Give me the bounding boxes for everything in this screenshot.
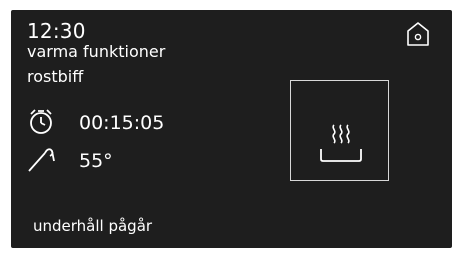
home-icon [407,22,429,46]
program-label: rostbiff [27,67,84,86]
oven-display: 12:30 varma funktioner rostbiff 00:15:05… [11,10,452,248]
meat-probe-icon [26,144,56,174]
stopwatch-icon [26,106,56,136]
status-message: underhåll pågår [33,217,153,235]
mode-label: varma funktioner [27,42,166,61]
timer-value: 00:15:05 [79,112,165,134]
probe-temperature: 55° [79,150,113,172]
home-button[interactable] [406,21,430,47]
clock-time: 12:30 [27,19,86,43]
warming-plate-icon [320,124,362,162]
plate-warming-function-button[interactable] [290,80,389,181]
